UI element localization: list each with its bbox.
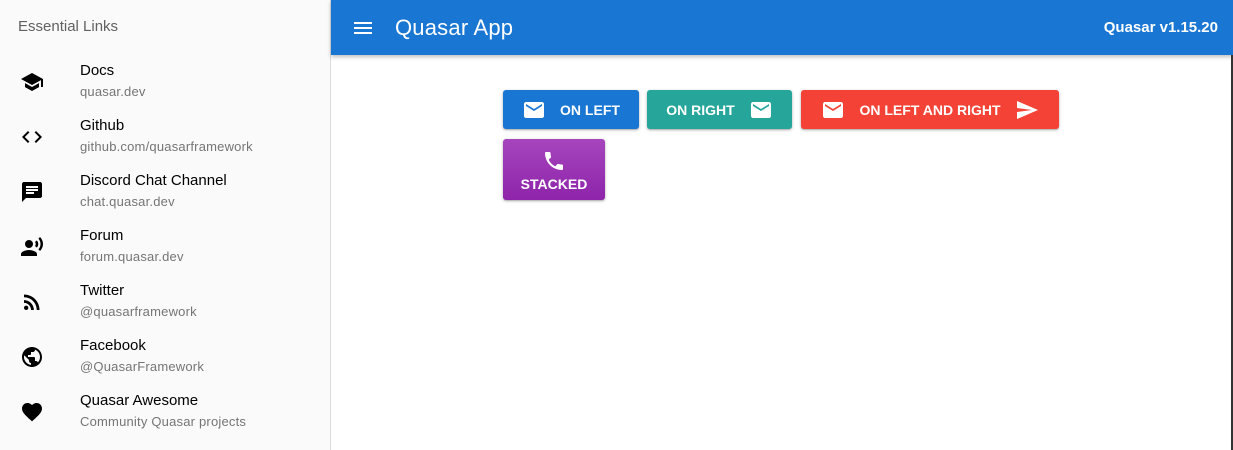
button-label: On Left and Right bbox=[859, 101, 1001, 118]
app-title: Quasar App bbox=[395, 14, 514, 40]
drawer-item-title: Quasar Awesome bbox=[80, 392, 199, 409]
drawer-item-title: Twitter bbox=[80, 282, 125, 299]
mail-icon bbox=[823, 101, 844, 118]
app-header: Quasar App Quasar v1.15.20 bbox=[331, 0, 1233, 55]
button-label: On Left bbox=[560, 101, 620, 118]
drawer-item-caption: @QuasarFramework bbox=[80, 359, 205, 374]
mail-icon bbox=[750, 101, 771, 118]
drawer-item-caption: forum.quasar.dev bbox=[80, 249, 184, 264]
chat-icon bbox=[0, 180, 80, 204]
drawer-item-forum[interactable]: Forum forum.quasar.dev bbox=[0, 219, 330, 274]
drawer-item-title: Discord Chat Channel bbox=[80, 172, 227, 189]
drawer-item-github[interactable]: Github github.com/quasarframework bbox=[0, 109, 330, 164]
drawer-item-docs[interactable]: Docs quasar.dev bbox=[0, 54, 330, 109]
button-label: Stacked bbox=[520, 176, 588, 192]
drawer-item-twitter[interactable]: Twitter @quasarframework bbox=[0, 274, 330, 329]
drawer-item-discord[interactable]: Discord Chat Channel chat.quasar.dev bbox=[0, 164, 330, 219]
drawer-item-caption: Community Quasar projects bbox=[80, 414, 247, 429]
drawer-item-facebook[interactable]: Facebook @QuasarFramework bbox=[0, 329, 330, 384]
on-right-button[interactable]: On Right bbox=[647, 90, 792, 129]
app-root: Essential Links Docs quasar.dev Github g… bbox=[0, 0, 1233, 450]
drawer-item-title: Github bbox=[80, 117, 125, 134]
drawer-item-title: Facebook bbox=[80, 337, 146, 354]
drawer-item-title: Forum bbox=[80, 227, 124, 244]
on-left-button[interactable]: On Left bbox=[503, 90, 639, 129]
version-label: Quasar v1.15.20 bbox=[1103, 19, 1218, 36]
drawer-header: Essential Links bbox=[18, 18, 119, 35]
public-icon bbox=[0, 345, 80, 369]
record-voice-icon bbox=[0, 235, 80, 259]
rss-feed-icon bbox=[0, 290, 80, 314]
menu-toggle-button[interactable] bbox=[343, 8, 383, 48]
code-icon bbox=[0, 125, 80, 149]
menu-icon bbox=[354, 21, 372, 34]
favorite-icon bbox=[0, 400, 80, 424]
drawer-item-caption: quasar.dev bbox=[80, 84, 146, 99]
drawer-item-caption: @quasarframework bbox=[80, 304, 197, 319]
phone-icon bbox=[545, 152, 563, 170]
mail-icon bbox=[524, 101, 545, 118]
drawer-item-caption: chat.quasar.dev bbox=[80, 194, 175, 209]
drawer-item-quasar-awesome[interactable]: Quasar Awesome Community Quasar projects bbox=[0, 384, 330, 439]
on-left-and-right-button[interactable]: On Left and Right bbox=[801, 90, 1059, 129]
stacked-button[interactable]: Stacked bbox=[503, 139, 605, 200]
button-label: On Right bbox=[666, 101, 735, 118]
drawer-item-title: Docs bbox=[80, 62, 115, 79]
send-icon bbox=[1016, 100, 1038, 119]
navigation-drawer: Essential Links Docs quasar.dev Github g… bbox=[0, 0, 331, 450]
drawer-item-caption: github.com/quasarframework bbox=[80, 139, 253, 154]
school-icon bbox=[0, 70, 80, 94]
